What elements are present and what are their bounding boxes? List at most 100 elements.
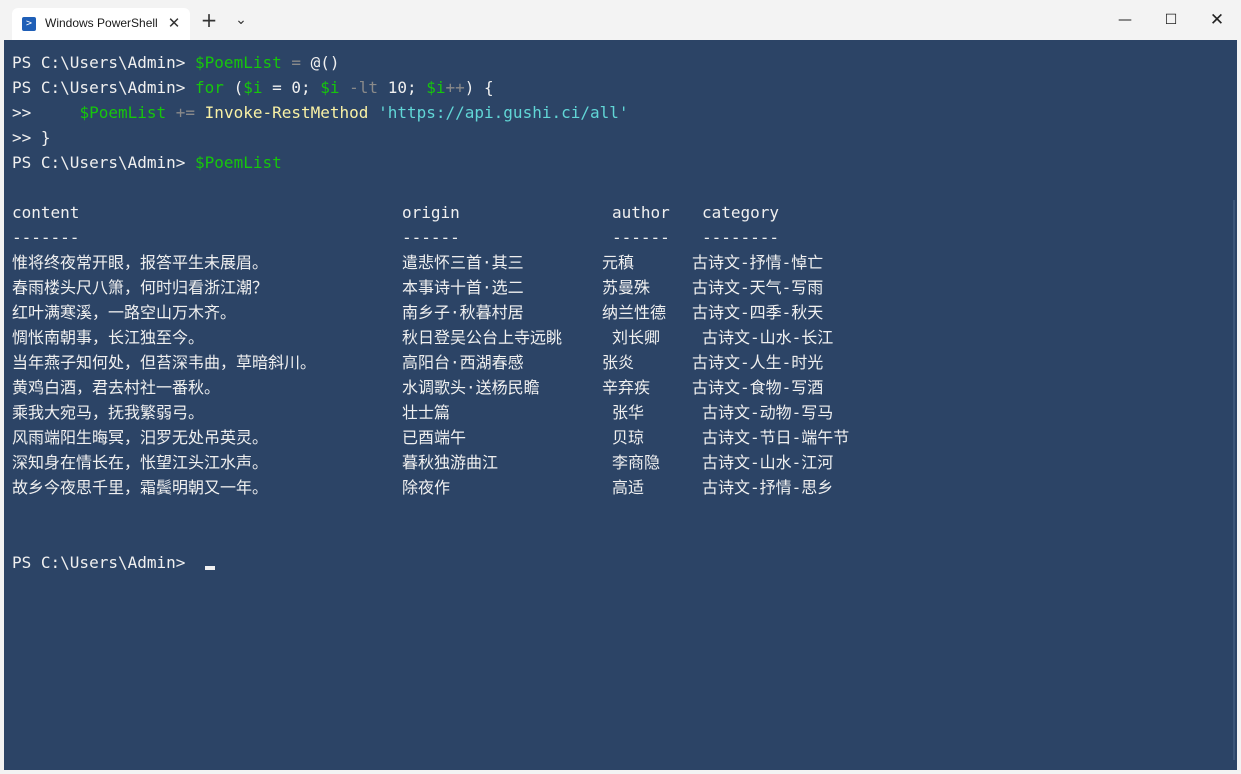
command-line: PS C:\Users\Admin> for ($i = 0; $i -lt 1…	[12, 75, 1237, 100]
operator: +=	[166, 103, 205, 122]
variable: $PoemList	[195, 153, 282, 172]
cell-content: 深知身在情长在，怅望江头江水声。	[12, 453, 269, 472]
cell-origin: 暮秋独游曲江	[402, 453, 499, 472]
chevron-down-icon[interactable]: ⌄	[230, 9, 252, 31]
cell-content: 惟将终夜常开眼，报答平生未展眉。	[12, 253, 269, 272]
prompt: PS C:\Users\Admin>	[12, 53, 196, 72]
cell-category: 古诗文-抒情-悼亡	[692, 253, 824, 272]
column-header-content: content	[12, 203, 80, 222]
command-text: }	[40, 128, 51, 147]
continuation-prompt: >>	[12, 128, 41, 147]
minimize-button[interactable]: —	[1102, 4, 1148, 36]
cell-content: 风雨端阳生晦冥，汨罗无处吊英灵。	[12, 428, 269, 447]
cmdlet: Invoke-RestMethod	[204, 103, 369, 122]
prompt: PS C:\Users\Admin>	[12, 153, 196, 172]
tab-powershell[interactable]: > Windows PowerShell ✕	[12, 8, 190, 40]
command-text: = 0;	[262, 78, 321, 97]
cell-content: 惆怅南朝事，长江独至今。	[12, 328, 205, 347]
variable: $PoemList	[79, 103, 167, 122]
cell-category: 古诗文-四季-秋天	[692, 303, 824, 322]
column-header-origin: origin	[402, 203, 460, 222]
cell-origin: 除夜作	[402, 478, 451, 497]
continuation-prompt: >>	[12, 103, 41, 122]
cell-author: 高适	[612, 478, 645, 497]
table-divider-row: ------- ------ ------ --------	[12, 225, 1237, 250]
divider: ------	[402, 228, 460, 247]
active-prompt-line[interactable]: PS C:\Users\Admin>	[12, 550, 1237, 575]
cell-category: 古诗文-节日-端午节	[702, 428, 850, 447]
string-literal: 'https://api.gushi.ci/all'	[368, 103, 629, 122]
cell-origin: 高阳台·西湖春感	[402, 353, 524, 372]
cell-category: 古诗文-人生-时光	[692, 353, 824, 372]
powershell-icon: >	[22, 17, 36, 31]
cell-category: 古诗文-山水-江河	[702, 453, 834, 472]
cell-origin: 遣悲怀三首·其三	[402, 253, 524, 272]
variable: $i	[320, 78, 340, 97]
command-text: ) {	[464, 78, 494, 97]
prompt: PS C:\Users\Admin>	[12, 553, 196, 572]
operator: =	[281, 53, 311, 72]
command-line: PS C:\Users\Admin> $PoemList	[12, 150, 1237, 175]
tab-close-button[interactable]: ✕	[164, 13, 184, 33]
cell-category: 古诗文-抒情-思乡	[702, 478, 834, 497]
divider: ------	[612, 228, 670, 247]
terminal-pane[interactable]: PS C:\Users\Admin> $PoemList = @() PS C:…	[4, 40, 1237, 770]
cell-author: 元稹	[602, 253, 635, 272]
prompt: PS C:\Users\Admin>	[12, 78, 196, 97]
cell-author: 贝琼	[612, 428, 645, 447]
variable: $i	[243, 78, 263, 97]
cell-origin: 本事诗十首·选二	[402, 278, 524, 297]
cell-content: 春雨楼头尺八箫，何时归看浙江潮？	[12, 278, 269, 297]
variable: $i	[426, 78, 446, 97]
cell-category: 古诗文-山水-长江	[702, 328, 834, 347]
table-row: 惟将终夜常开眼，报答平生未展眉。 遣悲怀三首·其三 元稹 古诗文-抒情-悼亡	[12, 250, 1237, 275]
cell-author: 纳兰性德	[602, 303, 667, 322]
operator: ++	[445, 78, 465, 97]
text-cursor	[205, 566, 216, 570]
divider: -------	[12, 228, 80, 247]
cell-origin: 已酉端午	[402, 428, 467, 447]
command-text: 10;	[378, 78, 427, 97]
divider: --------	[702, 228, 780, 247]
operator: -lt	[339, 78, 379, 97]
cell-category: 古诗文-动物-写马	[702, 403, 834, 422]
table-header-row: content origin author category	[12, 200, 1237, 225]
continuation-line: >> }	[12, 125, 1237, 150]
table-row: 乘我大宛马，抚我繁弱弓。 壮士篇 张华 古诗文-动物-写马	[12, 400, 1237, 425]
table-row: 故乡今夜思千里，霜鬓明朝又一年。 除夜作 高适 古诗文-抒情-思乡	[12, 475, 1237, 500]
cell-origin: 水调歌头·送杨民瞻	[402, 378, 540, 397]
cell-category: 古诗文-天气-写雨	[692, 278, 824, 297]
cell-author: 苏曼殊	[602, 278, 651, 297]
table-row: 当年燕子知何处，但苔深韦曲，草暗斜川。 高阳台·西湖春感 张炎 古诗文-人生-时光	[12, 350, 1237, 375]
scrollbar[interactable]	[1233, 200, 1235, 760]
table-row: 黄鸡白酒，君去村社一番秋。 水调歌头·送杨民瞻 辛弃疾 古诗文-食物-写酒	[12, 375, 1237, 400]
new-tab-button[interactable]: +	[198, 9, 220, 31]
maximize-button[interactable]: ☐	[1148, 4, 1194, 36]
cell-category: 古诗文-食物-写酒	[692, 378, 824, 397]
cell-content: 故乡今夜思千里，霜鬓明朝又一年。	[12, 478, 269, 497]
cell-content: 黄鸡白酒，君去村社一番秋。	[12, 378, 221, 397]
title-bar: > Windows PowerShell ✕ + ⌄ — ☐ ✕	[0, 0, 1241, 40]
column-header-category: category	[702, 203, 780, 222]
command-line: PS C:\Users\Admin> $PoemList = @()	[12, 50, 1237, 75]
table-row: 风雨端阳生晦冥，汨罗无处吊英灵。 已酉端午 贝琼 古诗文-节日-端午节	[12, 425, 1237, 450]
table-row: 惆怅南朝事，长江独至今。 秋日登吴公台上寺远眺 刘长卿 古诗文-山水-长江	[12, 325, 1237, 350]
cell-origin: 南乡子·秋暮村居	[402, 303, 524, 322]
cell-author: 李商隐	[612, 453, 661, 472]
variable: $PoemList	[195, 53, 282, 72]
cell-origin: 壮士篇	[402, 403, 451, 422]
cell-content: 乘我大宛马，抚我繁弱弓。	[12, 403, 205, 422]
column-header-author: author	[612, 203, 670, 222]
close-button[interactable]: ✕	[1194, 4, 1240, 36]
table-row: 红叶满寒溪，一路空山万木齐。 南乡子·秋暮村居 纳兰性德 古诗文-四季-秋天	[12, 300, 1237, 325]
table-row: 春雨楼头尺八箫，何时归看浙江潮？ 本事诗十首·选二 苏曼殊 古诗文-天气-写雨	[12, 275, 1237, 300]
cell-author: 刘长卿	[612, 328, 661, 347]
command-text: (	[223, 78, 244, 97]
cell-content: 红叶满寒溪，一路空山万木齐。	[12, 303, 237, 322]
cell-content: 当年燕子知何处，但苔深韦曲，草暗斜川。	[12, 353, 317, 372]
command-text: @()	[310, 53, 340, 72]
